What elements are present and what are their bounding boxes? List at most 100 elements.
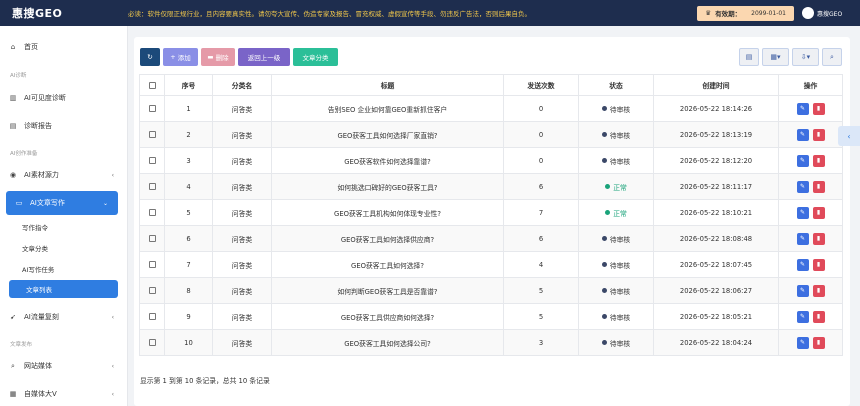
edit-button[interactable]: ✎ [796,206,809,219]
table-row[interactable]: 8 问答类 如何判断GEO获客工具是否靠谱? 5 待审核 2026-05-22 18:06… [139,277,843,304]
sidebar-sub-item[interactable]: 文章分类 [22,243,48,253]
sidebar-sub-item[interactable]: AI写作任务 [22,264,54,274]
delete-button[interactable]: ▬ 删除 [201,48,235,66]
table-row[interactable]: 6 问答类 GEO获客工具如何选择供应商? 6 待审核 2026-05-22 18:08:… [139,225,843,252]
sidebar-item-website-media[interactable]: ⌕ 网站媒体 ‹ [0,359,128,373]
edit-button[interactable]: ✎ [796,284,809,297]
row-select-cell[interactable] [139,173,165,200]
user-menu[interactable]: 惠搜GEO [802,7,860,19]
row-select-cell[interactable] [139,277,165,304]
row-select-cell[interactable] [139,121,165,148]
category-button[interactable]: 文章分类 [293,48,338,66]
row-checkbox[interactable] [148,183,156,190]
row-checkbox[interactable] [148,157,156,164]
table-row[interactable]: 10 问答类 GEO获客工具如何选择公司? 3 待审核 2026-05-22 18:04:… [139,329,843,356]
row-select-cell[interactable] [139,95,165,122]
sidebar-sub-item[interactable]: 写作指令 [22,222,48,232]
row-checkbox[interactable] [148,235,156,242]
cell-actions: ✎ ▮ [778,199,843,226]
cell-sends: 6 [503,225,579,252]
row-select-cell[interactable] [139,251,165,278]
table-row[interactable]: 3 问答类 GEO获客软件如何选择靠谱? 0 待审核 2026-05-22 18:12:2… [139,147,843,174]
sidebar-item-report[interactable]: ▤ 诊断报告 [0,119,128,133]
pencil-icon: ✎ [799,209,806,216]
edit-button[interactable]: ✎ [796,258,809,271]
select-all-cell[interactable] [139,74,165,96]
delete-row-button[interactable]: ▮ [812,180,825,193]
edit-button[interactable]: ✎ [796,336,809,349]
status-badge: 正常 [605,182,627,192]
sidebar-item-self-media[interactable]: ▦ 自媒体大V ‹ [0,387,128,401]
row-checkbox[interactable] [148,261,156,268]
delete-row-button[interactable]: ▮ [812,258,825,271]
edit-button[interactable]: ✎ [796,102,809,115]
sidebar-sub-item-article-list[interactable]: 文章列表 [9,280,118,298]
status-dot-icon [601,288,607,293]
search-button[interactable]: ⌕ [822,48,842,66]
sidebar-item-visibility[interactable]: ▥ AI可见度诊断 [0,91,128,105]
row-select-cell[interactable] [139,147,165,174]
delete-row-button[interactable]: ▮ [812,310,825,323]
delete-row-button[interactable]: ▮ [812,232,825,245]
row-select-cell[interactable] [139,199,165,226]
columns-button[interactable]: ▦▾ [762,48,789,66]
sidebar-item-writing[interactable]: ▭ AI文章写作 ⌄ [6,191,118,215]
crown-icon: ♛ [705,9,712,17]
delete-row-button[interactable]: ▮ [812,102,825,115]
column-header-title[interactable]: 标题 [271,74,504,96]
column-header-status[interactable]: 状态 [578,74,654,96]
delete-row-button[interactable]: ▮ [812,336,825,349]
row-checkbox[interactable] [148,339,156,346]
side-panel-tab[interactable]: ‹ [838,126,860,146]
table-row[interactable]: 5 问答类 GEO获客工具机构如何体现专业性? 7 正常 2026-05-22 18:10… [139,199,843,226]
cell-category: 问答类 [212,121,272,148]
row-checkbox[interactable] [148,287,156,294]
row-checkbox[interactable] [148,131,156,138]
export-button[interactable]: ⇩▾ [792,48,819,66]
edit-button[interactable]: ✎ [796,128,809,141]
app-logo[interactable]: 惠搜GEO [0,5,128,21]
row-checkbox[interactable] [148,209,156,216]
refresh-button[interactable]: ↻ [140,48,160,66]
column-header-category[interactable]: 分类名 [212,74,272,96]
table-row[interactable]: 7 问答类 GEO获客工具如何选择? 4 待审核 2026-05-22 18:07:45 ✎… [139,251,843,278]
column-header-sends[interactable]: 发送次数 [503,74,579,96]
table-header-row: 序号 分类名 标题 发送次数 状态 创建时间 操作 [139,74,843,96]
row-checkbox[interactable] [148,313,156,320]
status-text: 待审核 [609,287,631,296]
table-row[interactable]: 2 问答类 GEO获客工具如何选择厂家直销? 0 待审核 2026-05-22 18:13… [139,121,843,148]
delete-row-button[interactable]: ▮ [812,154,825,167]
edit-button[interactable]: ✎ [796,232,809,245]
status-text: 待审核 [609,261,631,270]
delete-row-button[interactable]: ▮ [812,128,825,141]
grid-icon: ▦ [9,390,17,398]
sidebar-item-traffic[interactable]: ➹ AI流量复刻 ‹ [0,310,128,324]
table-row[interactable]: 9 问答类 GEO获客工具供应商如何选择? 5 待审核 2026-05-22 18:05:… [139,303,843,330]
row-checkbox[interactable] [148,105,156,112]
table-row[interactable]: 4 问答类 如何挑选口碑好的GEO获客工具? 6 正常 2026-05-22 18:11:… [139,173,843,200]
edit-button[interactable]: ✎ [796,180,809,193]
delete-row-button[interactable]: ▮ [812,206,825,219]
cell-created: 2026-05-22 18:14:26 [653,95,779,122]
toggle-view-button[interactable]: ▤ [739,48,759,66]
select-all-checkbox[interactable] [148,81,156,89]
cell-actions: ✎ ▮ [778,173,843,200]
cell-sends: 7 [503,199,579,226]
delete-row-button[interactable]: ▮ [812,284,825,297]
status-text: 待审核 [609,235,631,244]
edit-button[interactable]: ✎ [796,154,809,167]
add-button[interactable]: + 添加 [163,48,198,66]
cell-created: 2026-05-22 18:13:19 [653,121,779,148]
back-button[interactable]: 返回上一级 [238,48,290,66]
sidebar-item-material[interactable]: ◉ AI素材源力 ‹ [0,168,128,182]
table-row[interactable]: 1 问答类 告别SEO 企业如何靠GEO重新抓住客户 0 待审核 2026-05-22 1… [139,95,843,122]
column-header-no[interactable]: 序号 [164,74,213,96]
row-select-cell[interactable] [139,303,165,330]
row-select-cell[interactable] [139,329,165,356]
column-header-created[interactable]: 创建时间 [653,74,779,96]
sidebar-item-home[interactable]: ⌂ 首页 [0,40,128,54]
sidebar-item-label: AI素材源力 [24,171,59,179]
section-ai-creation: AI创作准备 [10,151,38,157]
row-select-cell[interactable] [139,225,165,252]
edit-button[interactable]: ✎ [796,310,809,323]
